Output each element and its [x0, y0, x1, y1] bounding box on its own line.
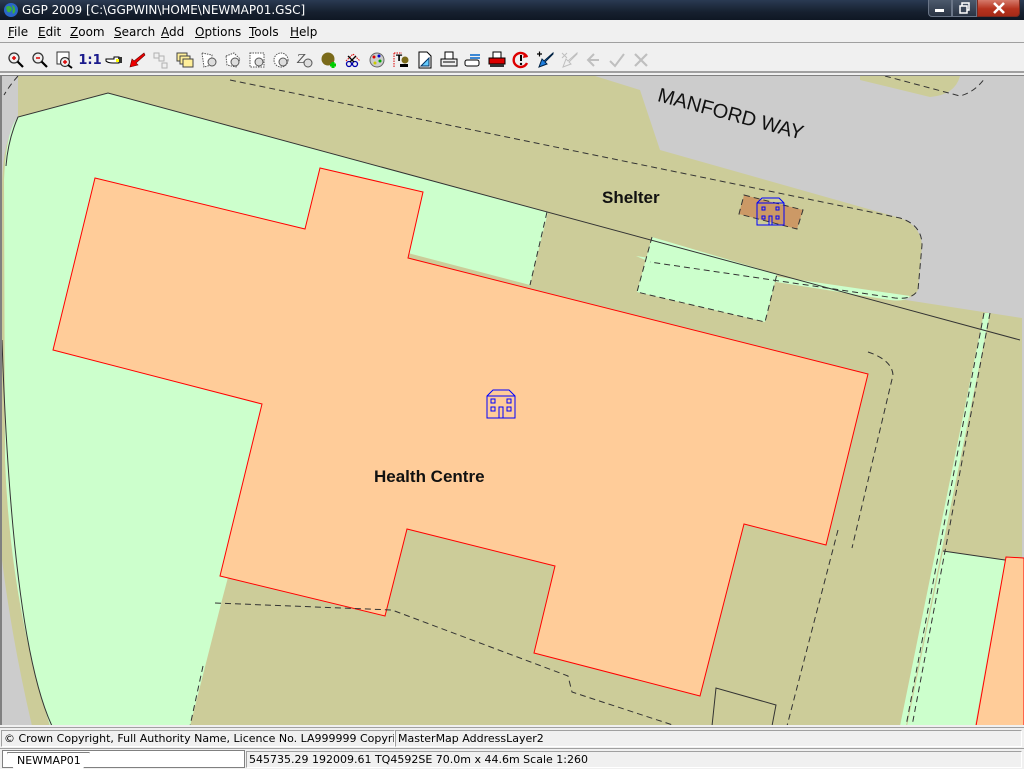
- select-polygon-button[interactable]: [199, 50, 219, 70]
- add-point-button[interactable]: [319, 50, 339, 70]
- document-button[interactable]: [415, 50, 435, 70]
- add-arrow-icon: [537, 51, 554, 68]
- health-centre-label: Health Centre: [374, 467, 485, 486]
- menu-label: ile: [14, 25, 29, 39]
- print-button[interactable]: [439, 50, 459, 70]
- menu-accel: Z: [70, 25, 79, 39]
- menu-bar: File Edit Zoom Search Add Options Tools …: [0, 21, 1024, 43]
- zoom-out-icon: [32, 52, 48, 68]
- menu-label: ptions: [204, 25, 242, 39]
- map-drawing[interactable]: [2, 76, 1024, 725]
- cut-feature-icon: [345, 53, 361, 68]
- add-circle-icon: [273, 52, 289, 68]
- menu-search[interactable]: Search: [114, 25, 155, 39]
- menu-accel: H: [290, 25, 300, 39]
- layers-button[interactable]: [175, 50, 195, 70]
- palette-button[interactable]: [367, 50, 387, 70]
- close-button[interactable]: [977, 0, 1020, 17]
- zoom-out-button[interactable]: [30, 50, 50, 70]
- add-polygon-button[interactable]: [223, 50, 243, 70]
- restore-button[interactable]: [952, 0, 977, 17]
- copyright-panel: © Crown Copyright, Full Authority Name, …: [1, 730, 395, 747]
- remove-arrow-icon: [561, 51, 578, 68]
- menu-label: dd: [169, 25, 185, 39]
- cancel-button[interactable]: [631, 50, 651, 70]
- document-icon: [418, 51, 432, 69]
- settings-tool-icon: [464, 54, 480, 67]
- undo-icon: [586, 53, 599, 67]
- globe-icon: [4, 3, 18, 17]
- cancel-icon: [634, 53, 648, 67]
- menu-accel: S: [114, 25, 122, 39]
- add-circle-button[interactable]: [271, 50, 291, 70]
- refresh-button[interactable]: [511, 50, 531, 70]
- copy-features-button[interactable]: [151, 50, 171, 70]
- zoom-in-button[interactable]: [6, 50, 26, 70]
- menu-tools[interactable]: Tools: [249, 25, 279, 39]
- layer-panel: MasterMap AddressLayer2: [395, 730, 1022, 747]
- pan-hand-icon: [105, 56, 122, 64]
- status-bar-top: © Crown Copyright, Full Authority Name, …: [0, 727, 1024, 748]
- menu-label: oom: [78, 25, 105, 39]
- add-rectangle-icon: [249, 52, 265, 68]
- add-text-icon: Z: [296, 52, 313, 68]
- print-preview-icon: [488, 51, 506, 67]
- menu-zoom[interactable]: Zoom: [70, 25, 105, 39]
- layers-icon: [176, 52, 194, 68]
- undo-button[interactable]: [583, 50, 603, 70]
- pan-button[interactable]: [104, 50, 124, 70]
- accept-icon: [609, 53, 625, 68]
- edit-vertices-button[interactable]: T: [391, 50, 411, 70]
- title-bar: GGP 2009 [C:\GGPWIN\HOME\NEWMAP01.GSC]: [0, 0, 1024, 20]
- menu-label: earch: [121, 25, 156, 39]
- menu-file[interactable]: File: [8, 25, 28, 39]
- window-title: GGP 2009 [C:\GGPWIN\HOME\NEWMAP01.GSC]: [22, 3, 306, 17]
- select-button[interactable]: [127, 50, 147, 70]
- add-point-icon: [321, 52, 336, 68]
- minimize-icon: [935, 9, 944, 12]
- select-polygon-icon: [201, 52, 217, 68]
- select-arrow-icon: [129, 52, 146, 68]
- restore-icon: [958, 2, 970, 14]
- map-tab-newmap01[interactable]: NEWMAP01: [7, 752, 90, 769]
- zoom-1to1-button[interactable]: 1:1: [78, 50, 102, 70]
- menu-label: dit: [45, 25, 62, 39]
- close-icon: [992, 2, 1005, 14]
- menu-accel: E: [38, 25, 46, 39]
- coordinates-panel: 545735.29 192009.61 TQ4592SE 70.0m x 44.…: [246, 751, 1022, 768]
- toolbar: 1:1 Z T: [0, 45, 1024, 73]
- minimize-button[interactable]: [928, 0, 952, 17]
- palette-icon: [369, 52, 385, 68]
- status-bar-bottom: NEWMAP01 545735.29 192009.61 TQ4592SE 70…: [0, 748, 1024, 769]
- remove-arrow-button[interactable]: [559, 50, 579, 70]
- settings-tool-button[interactable]: [463, 50, 483, 70]
- menu-add[interactable]: Add: [161, 25, 184, 39]
- zoom-in-icon: [8, 52, 24, 68]
- menu-edit[interactable]: Edit: [38, 25, 61, 39]
- print-preview-button[interactable]: [487, 50, 507, 70]
- refresh-alert-icon: [512, 51, 529, 69]
- copy-features-icon: [153, 52, 168, 69]
- menu-options[interactable]: Options: [195, 25, 241, 39]
- cut-feature-button[interactable]: [343, 50, 363, 70]
- add-text-button[interactable]: Z: [295, 50, 315, 70]
- accept-button[interactable]: [607, 50, 627, 70]
- edit-vertices-icon: T: [393, 52, 409, 67]
- map-canvas[interactable]: MANFORD WAY Shelter Health Centre: [0, 75, 1024, 725]
- menu-help[interactable]: Help: [290, 25, 317, 39]
- zoom-window-button[interactable]: [55, 50, 75, 70]
- zoom-window-icon: [56, 51, 73, 69]
- map-tab-strip: NEWMAP01: [2, 750, 245, 769]
- print-icon: [440, 51, 458, 67]
- menu-accel: A: [161, 25, 169, 39]
- menu-label: ools: [254, 25, 279, 39]
- add-arrow-button[interactable]: [535, 50, 555, 70]
- add-rectangle-button[interactable]: [247, 50, 267, 70]
- menu-label: elp: [299, 25, 318, 39]
- shelter-label: Shelter: [602, 188, 660, 207]
- add-polygon-icon: [225, 52, 241, 68]
